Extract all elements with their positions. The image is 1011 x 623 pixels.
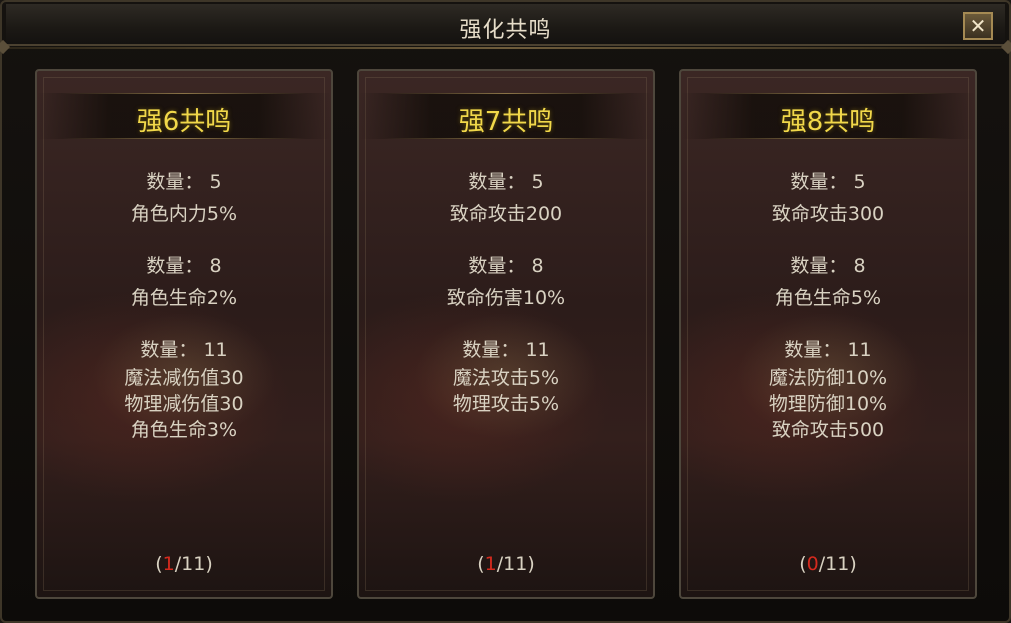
- count-label: 数量：: [140, 339, 198, 361]
- resonance-tier-11: 数量： 11 魔法防御10% 物理防御10% 致命攻击500: [681, 337, 975, 443]
- progress-counter: (0/11): [681, 553, 975, 575]
- resonance-panel-7: 强7共鸣 数量： 5 致命攻击200 数量： 8 致命伤害10% 数量： 11 …: [357, 69, 655, 599]
- count-value: 5: [853, 171, 866, 193]
- effect-text: 致命伤害10%: [446, 287, 566, 309]
- count-label: 数量：: [790, 171, 848, 193]
- count-row: 数量： 8: [359, 253, 653, 279]
- effect-text: 角色生命2%: [130, 287, 238, 309]
- progress-open: (: [155, 553, 163, 575]
- count-label: 数量：: [790, 255, 848, 277]
- window-title: 强化共鸣: [459, 18, 552, 43]
- progress-current: 0: [806, 553, 819, 575]
- close-button[interactable]: ✕: [963, 12, 993, 40]
- panel-header: 强6共鸣: [37, 93, 331, 139]
- effect-text: 角色生命5%: [774, 287, 882, 309]
- count-label: 数量：: [462, 339, 520, 361]
- count-value: 5: [531, 171, 544, 193]
- resonance-tier-5: 数量： 5 角色内力5%: [37, 169, 331, 227]
- resonance-tier-5: 数量： 5 致命攻击300: [681, 169, 975, 227]
- count-row: 数量： 11: [37, 337, 331, 363]
- effect-text: 魔法减伤值30: [124, 367, 244, 389]
- count-row: 数量： 5: [359, 169, 653, 195]
- count-value: 11: [847, 339, 872, 361]
- resonance-panel-6: 强6共鸣 数量： 5 角色内力5% 数量： 8 角色生命2% 数量： 11 魔法…: [35, 69, 333, 599]
- progress-counter: (1/11): [37, 553, 331, 575]
- count-value: 5: [209, 171, 222, 193]
- resonance-panel-8: 强8共鸣 数量： 5 致命攻击300 数量： 8 角色生命5% 数量： 11 魔…: [679, 69, 977, 599]
- effect-text: 物理攻击5%: [452, 393, 560, 415]
- count-row: 数量： 8: [681, 253, 975, 279]
- resonance-tier-11: 数量： 11 魔法攻击5% 物理攻击5%: [359, 337, 653, 417]
- count-label: 数量：: [468, 255, 526, 277]
- effect-text: 魔法防御10%: [768, 367, 888, 389]
- panel-title: 强7共鸣: [458, 107, 554, 137]
- progress-current: 1: [484, 553, 497, 575]
- count-value: 11: [525, 339, 550, 361]
- count-row: 数量： 8: [37, 253, 331, 279]
- effect-text: 致命攻击500: [771, 419, 885, 441]
- count-value: 11: [203, 339, 228, 361]
- effect-text: 物理减伤值30: [124, 393, 244, 415]
- progress-total: /11): [496, 553, 535, 575]
- count-value: 8: [531, 255, 544, 277]
- count-row: 数量： 5: [681, 169, 975, 195]
- resonance-tier-8: 数量： 8 角色生命5%: [681, 253, 975, 311]
- window-titlebar: 强化共鸣 ✕: [6, 4, 1005, 49]
- count-value: 8: [209, 255, 222, 277]
- resonance-tier-8: 数量： 8 致命伤害10%: [359, 253, 653, 311]
- progress-open: (: [799, 553, 807, 575]
- progress-current: 1: [162, 553, 175, 575]
- count-row: 数量： 11: [681, 337, 975, 363]
- panel-header: 强7共鸣: [359, 93, 653, 139]
- count-label: 数量：: [146, 171, 204, 193]
- effect-text: 魔法攻击5%: [452, 367, 560, 389]
- count-label: 数量：: [468, 171, 526, 193]
- count-label: 数量：: [146, 255, 204, 277]
- count-label: 数量：: [784, 339, 842, 361]
- resonance-tier-11: 数量： 11 魔法减伤值30 物理减伤值30 角色生命3%: [37, 337, 331, 443]
- panel-title: 强6共鸣: [136, 107, 232, 137]
- progress-open: (: [477, 553, 485, 575]
- progress-total: /11): [818, 553, 857, 575]
- effect-text: 角色生命3%: [130, 419, 238, 441]
- progress-counter: (1/11): [359, 553, 653, 575]
- effect-text: 角色内力5%: [130, 203, 238, 225]
- count-row: 数量： 5: [37, 169, 331, 195]
- count-row: 数量： 11: [359, 337, 653, 363]
- effect-text: 物理防御10%: [768, 393, 888, 415]
- count-value: 8: [853, 255, 866, 277]
- resonance-window: 强化共鸣 ✕ 强6共鸣 数量： 5 角色内力5% 数量： 8 角色生命2% 数量…: [0, 0, 1011, 623]
- resonance-tier-5: 数量： 5 致命攻击200: [359, 169, 653, 227]
- resonance-tier-8: 数量： 8 角色生命2%: [37, 253, 331, 311]
- progress-total: /11): [174, 553, 213, 575]
- effect-text: 致命攻击300: [771, 203, 885, 225]
- effect-text: 致命攻击200: [449, 203, 563, 225]
- panel-title: 强8共鸣: [780, 107, 876, 137]
- panel-header: 强8共鸣: [681, 93, 975, 139]
